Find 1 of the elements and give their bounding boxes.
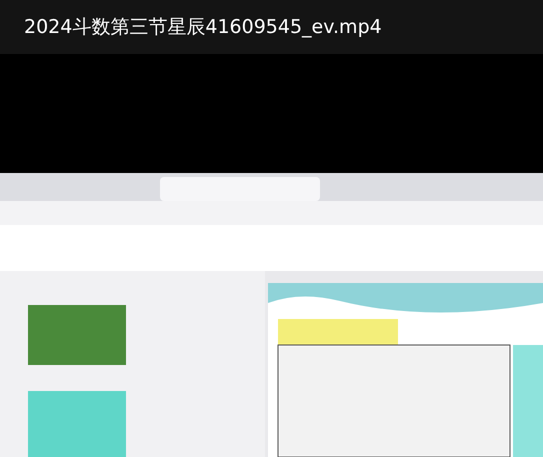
video-title: 2024斗数第三节星辰41609545_ev.mp4 <box>24 14 382 40</box>
